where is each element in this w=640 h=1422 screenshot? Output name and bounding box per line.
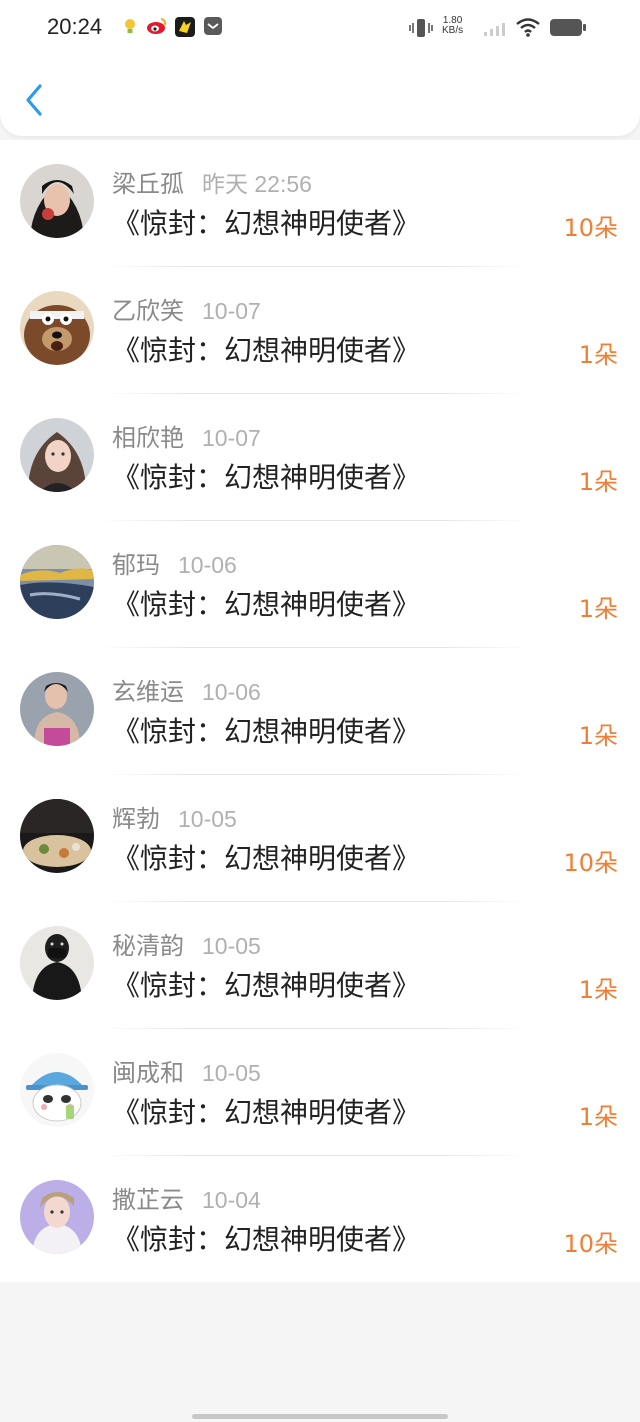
avatar[interactable] bbox=[20, 1053, 94, 1127]
list-item[interactable]: 撒芷云 10-04 《惊封：幻想神明使者》 10朵 bbox=[0, 1156, 640, 1283]
book-title: 《惊封：幻想神明使者》 bbox=[112, 207, 421, 240]
gift-record-list: 梁丘孤 昨天 22:56 《惊封：幻想神明使者》 10朵 乙欣笑 10-07 《… bbox=[0, 140, 640, 1282]
sender-name-text: 撒芷云 bbox=[112, 1186, 184, 1214]
weibo-icon bbox=[146, 16, 167, 36]
battery-icon bbox=[549, 17, 586, 37]
send-time: 10-06 bbox=[202, 679, 261, 705]
mail-icon bbox=[203, 16, 223, 36]
back-button[interactable] bbox=[16, 78, 52, 122]
home-indicator[interactable] bbox=[192, 1414, 448, 1419]
flower-count: 1朵 bbox=[578, 595, 618, 623]
avatar[interactable] bbox=[20, 418, 94, 492]
signal-icon bbox=[483, 18, 505, 38]
avatar[interactable] bbox=[20, 545, 94, 619]
send-time: 10-05 bbox=[202, 933, 261, 959]
book-title: 《惊封：幻想神明使者》 bbox=[112, 334, 421, 367]
sender-name-text: 闽成和 bbox=[112, 1059, 184, 1087]
list-item[interactable]: 相欣艳 10-07 《惊封：幻想神明使者》 1朵 bbox=[0, 394, 640, 521]
sender-name: 辉勃 10-05 bbox=[112, 799, 237, 834]
net-speed: 1.80 KB/s bbox=[442, 16, 463, 36]
send-time: 10-07 bbox=[202, 425, 261, 451]
sender-name: 乙欣笑 10-07 bbox=[112, 291, 261, 326]
send-time: 10-07 bbox=[202, 298, 261, 324]
book-title: 《惊封：幻想神明使者》 bbox=[112, 969, 421, 1002]
header bbox=[0, 56, 640, 136]
send-time: 昨天 22:56 bbox=[202, 171, 312, 197]
list-item[interactable]: 玄维运 10-06 《惊封：幻想神明使者》 1朵 bbox=[0, 648, 640, 775]
status-bar: 20:24 1.80 KB/s bbox=[0, 0, 640, 56]
avatar[interactable] bbox=[20, 926, 94, 1000]
sender-name-text: 梁丘孤 bbox=[112, 170, 184, 198]
sender-name: 玄维运 10-06 bbox=[112, 672, 261, 707]
book-title: 《惊封：幻想神明使者》 bbox=[112, 715, 421, 748]
list-item[interactable]: 乙欣笑 10-07 《惊封：幻想神明使者》 1朵 bbox=[0, 267, 640, 394]
sender-name: 相欣艳 10-07 bbox=[112, 418, 261, 453]
avatar[interactable] bbox=[20, 672, 94, 746]
list-item[interactable]: 郁玛 10-06 《惊封：幻想神明使者》 1朵 bbox=[0, 521, 640, 648]
screen: 20:24 1.80 KB/s 梁丘孤 昨天 22:56 《惊封：幻想神明使者》… bbox=[0, 0, 640, 1422]
net-speed-unit: KB/s bbox=[442, 25, 464, 36]
list-item[interactable]: 秘清韵 10-05 《惊封：幻想神明使者》 1朵 bbox=[0, 902, 640, 1029]
flower-count: 10朵 bbox=[563, 1230, 618, 1258]
list-item[interactable]: 闽成和 10-05 《惊封：幻想神明使者》 1朵 bbox=[0, 1029, 640, 1156]
avatar[interactable] bbox=[20, 799, 94, 873]
sender-name-text: 辉勃 bbox=[112, 805, 160, 833]
send-time: 10-05 bbox=[178, 806, 237, 832]
book-title: 《惊封：幻想神明使者》 bbox=[112, 588, 421, 621]
flower-count: 1朵 bbox=[578, 722, 618, 750]
book-title: 《惊封：幻想神明使者》 bbox=[112, 461, 421, 494]
sender-name: 梁丘孤 昨天 22:56 bbox=[112, 164, 312, 199]
send-time: 10-06 bbox=[178, 552, 237, 578]
book-title: 《惊封：幻想神明使者》 bbox=[112, 1096, 421, 1129]
book-title: 《惊封：幻想神明使者》 bbox=[112, 1223, 421, 1256]
sender-name-text: 玄维运 bbox=[112, 678, 184, 706]
sender-name: 郁玛 10-06 bbox=[112, 545, 237, 580]
list-item[interactable]: 梁丘孤 昨天 22:56 《惊封：幻想神明使者》 10朵 bbox=[0, 140, 640, 267]
avatar[interactable] bbox=[20, 164, 94, 238]
lightbulb-icon bbox=[120, 16, 140, 36]
sender-name: 秘清韵 10-05 bbox=[112, 926, 261, 961]
game-icon bbox=[174, 16, 195, 37]
status-time: 20:24 bbox=[47, 14, 103, 39]
wifi-icon bbox=[515, 16, 540, 37]
sender-name: 撒芷云 10-04 bbox=[112, 1180, 261, 1215]
send-time: 10-05 bbox=[202, 1060, 261, 1086]
send-time: 10-04 bbox=[202, 1187, 261, 1213]
sender-name-text: 秘清韵 bbox=[112, 932, 184, 960]
avatar[interactable] bbox=[20, 1180, 94, 1254]
sender-name: 闽成和 10-05 bbox=[112, 1053, 261, 1088]
sender-name-text: 相欣艳 bbox=[112, 424, 184, 452]
chevron-left-icon bbox=[26, 84, 42, 116]
book-title: 《惊封：幻想神明使者》 bbox=[112, 842, 421, 875]
vibrate-icon bbox=[408, 17, 433, 37]
flower-count: 1朵 bbox=[578, 341, 618, 369]
flower-count: 1朵 bbox=[578, 468, 618, 496]
flower-count: 1朵 bbox=[578, 1103, 618, 1131]
sender-name-text: 郁玛 bbox=[112, 551, 160, 579]
sender-name-text: 乙欣笑 bbox=[112, 297, 184, 325]
flower-count: 10朵 bbox=[563, 214, 618, 242]
avatar[interactable] bbox=[20, 291, 94, 365]
flower-count: 10朵 bbox=[563, 849, 618, 877]
list-item[interactable]: 辉勃 10-05 《惊封：幻想神明使者》 10朵 bbox=[0, 775, 640, 902]
flower-count: 1朵 bbox=[578, 976, 618, 1004]
